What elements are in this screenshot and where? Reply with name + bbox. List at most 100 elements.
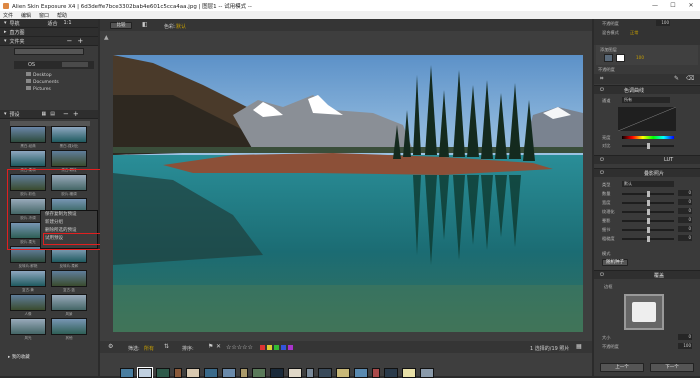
color-dropdown[interactable]: 默认 (176, 23, 186, 30)
slider-value[interactable]: 0 (678, 199, 692, 205)
slider-value[interactable]: 0 (678, 226, 692, 232)
power-icon[interactable]: ⏻ (600, 170, 604, 176)
overlay-type-dropdown[interactable]: 默认 (622, 181, 674, 187)
filmstrip-thumbnail[interactable] (186, 368, 200, 378)
zoom-fit[interactable]: 适合 (48, 20, 58, 27)
filmstrip-thumbnail[interactable] (137, 367, 153, 378)
close-button[interactable]: ✕ (682, 0, 700, 11)
filmstrip-thumbnail[interactable] (174, 368, 182, 378)
star-rating[interactable]: ☆☆☆☆☆ (226, 344, 253, 351)
power-icon[interactable]: ⏻ (600, 272, 604, 278)
lut-header[interactable]: ⏻ LUT (594, 155, 700, 164)
preset-thumbnail[interactable] (10, 150, 46, 167)
slider-knob[interactable] (647, 200, 650, 206)
grid-view-icon[interactable]: ▦ (576, 344, 582, 350)
slider-value[interactable]: 0 (678, 208, 692, 214)
filmstrip-thumbnail[interactable] (306, 368, 314, 378)
drive-row[interactable]: OS (14, 61, 94, 69)
filmstrip-thumbnail[interactable] (204, 368, 218, 378)
preset-thumbnail[interactable] (51, 294, 87, 311)
crop-icon[interactable]: ⌗ (600, 76, 603, 82)
color-label-purple[interactable] (288, 345, 293, 350)
menu-window[interactable]: 窗口 (39, 12, 49, 19)
split-view-icon[interactable]: ◧ (142, 22, 148, 28)
slider-knob[interactable] (647, 209, 650, 215)
add-folder-icon[interactable]: + (77, 37, 83, 45)
add-preset-icon[interactable]: + (73, 110, 79, 118)
slider-track[interactable] (622, 227, 674, 233)
compare-button[interactable]: 比较 (110, 22, 132, 29)
expand-arrow-icon[interactable]: ▲ (104, 34, 112, 42)
remove-folder-icon[interactable]: − (67, 37, 73, 45)
filmstrip-thumbnail[interactable] (252, 368, 266, 378)
preset-thumbnail[interactable] (10, 270, 46, 287)
slider-value[interactable]: 0 (678, 235, 692, 241)
previous-button[interactable]: 上一个 (600, 363, 644, 372)
power-icon[interactable]: ⏻ (600, 87, 604, 93)
filmstrip-thumbnail[interactable] (372, 368, 380, 378)
preset-thumbnail[interactable] (51, 150, 87, 167)
size-value[interactable]: 0 (678, 334, 692, 340)
menu-file[interactable]: 文件 (3, 12, 13, 19)
slider-track[interactable] (622, 236, 674, 242)
favorites-header[interactable]: ▸ 我的收藏 (8, 354, 30, 360)
filmstrip-thumbnail[interactable] (402, 368, 416, 378)
folder-pictures[interactable]: Pictures (26, 86, 59, 93)
slider-track[interactable] (622, 191, 674, 197)
filmstrip-thumbnail[interactable] (420, 368, 434, 378)
slider-value[interactable]: 0 (678, 217, 692, 223)
presets-header[interactable]: ▾ 预设 ▦ ▤ − + (0, 110, 98, 119)
hue-bar[interactable] (622, 136, 674, 139)
filter-dropdown[interactable]: 所有 (144, 345, 154, 352)
blend-dropdown[interactable]: 正常 (630, 30, 638, 36)
overlay-header[interactable]: ⏻ 叠影照片 (594, 168, 700, 177)
navigator-header[interactable]: ▾ 导航 适合 1:1 (0, 19, 98, 28)
preset-thumbnail[interactable] (10, 318, 46, 335)
slider-knob[interactable] (647, 218, 650, 224)
folder-search-input[interactable] (14, 48, 84, 55)
preset-thumbnail[interactable] (10, 294, 46, 311)
preset-thumbnail[interactable] (51, 318, 87, 335)
channel-dropdown[interactable]: 所有 (622, 97, 670, 103)
dust-header[interactable]: ⏻ 覆盖 (594, 270, 700, 279)
flag-icon[interactable]: ⚑ (208, 344, 213, 350)
brush-icon[interactable]: ✎ (674, 76, 679, 82)
folder-desktop[interactable]: Desktop (26, 72, 59, 79)
slider-track[interactable] (622, 218, 674, 224)
settings-icon[interactable]: ⚙ (108, 344, 113, 350)
opacity3-value[interactable]: 100 (678, 343, 692, 349)
filmstrip-thumbnail[interactable] (318, 368, 332, 378)
filmstrip-thumbnail[interactable] (354, 368, 368, 378)
layer-thumbnail[interactable] (604, 54, 613, 62)
power-icon[interactable]: ⏻ (600, 157, 604, 163)
filmstrip-thumbnail[interactable] (288, 368, 302, 378)
slider-knob[interactable] (647, 227, 650, 233)
eraser-icon[interactable]: ⌫ (686, 76, 694, 82)
slider-knob[interactable] (647, 236, 650, 242)
slider-track[interactable] (622, 209, 674, 215)
contrast-slider[interactable] (622, 143, 674, 149)
opacity-value[interactable]: 100 (656, 20, 670, 26)
mask-thumbnail[interactable] (616, 54, 625, 62)
folders-header[interactable]: ▾ 文件夹 − + (0, 37, 98, 46)
histogram-header[interactable]: ▸ 直方图 (0, 28, 98, 37)
zoom-100[interactable]: 1:1 (64, 20, 72, 26)
color-label-green[interactable] (274, 345, 279, 350)
maximize-button[interactable]: ☐ (664, 0, 682, 11)
filmstrip-thumbnail[interactable] (222, 368, 236, 378)
slider-track[interactable] (622, 200, 674, 206)
sort-order-icon[interactable]: ⇅ (164, 344, 169, 350)
filmstrip-thumbnail[interactable] (156, 368, 170, 378)
filmstrip-thumbnail[interactable] (270, 368, 284, 378)
next-button[interactable]: 下一个 (650, 363, 694, 372)
grid-view-icon[interactable]: ▦ (42, 111, 47, 117)
preset-thumbnail[interactable] (51, 126, 87, 143)
main-photo[interactable] (113, 55, 583, 332)
reject-icon[interactable]: ✕ (216, 344, 221, 350)
list-view-icon[interactable]: ▤ (50, 111, 55, 117)
randomize-button[interactable]: 随机种子 (602, 259, 628, 266)
color-label-yellow[interactable] (267, 345, 272, 350)
color-label-blue[interactable] (281, 345, 286, 350)
menu-edit[interactable]: 编辑 (21, 12, 31, 19)
filmstrip-thumbnail[interactable] (336, 368, 350, 378)
